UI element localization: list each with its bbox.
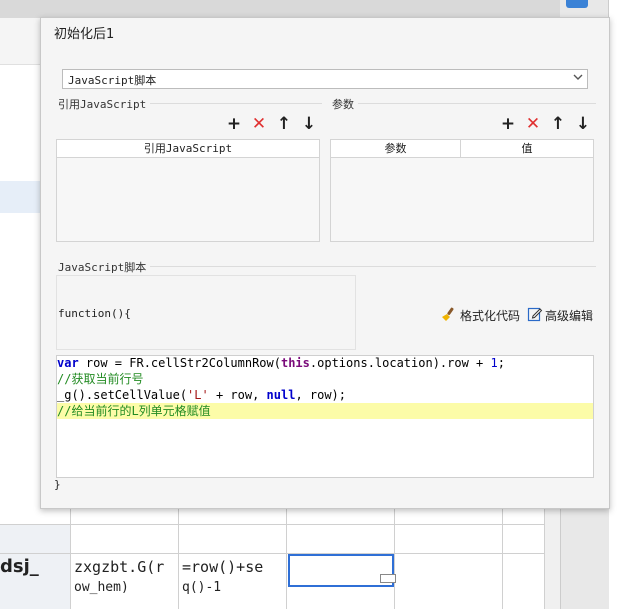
background-blue-button[interactable] — [566, 0, 588, 8]
params-col-param: 参数 — [331, 140, 461, 158]
code-token: 'L' — [187, 388, 209, 402]
code-line-3: _g().setCellValue('L' + row, null, row); — [57, 387, 346, 403]
section-divider — [332, 103, 596, 104]
arrow-up-icon[interactable]: ↑ — [275, 115, 293, 133]
arrow-up-icon[interactable]: ↑ — [549, 115, 567, 133]
grid-line — [0, 553, 545, 554]
plus-icon[interactable]: + — [225, 115, 243, 133]
code-token: null — [266, 388, 296, 402]
code-token: 1 — [490, 356, 498, 370]
delete-x-icon[interactable]: ✕ — [250, 115, 268, 133]
chevron-down-icon[interactable] — [570, 72, 586, 86]
selected-cell[interactable] — [288, 554, 394, 587]
script-section-title: JavaScript脚本 — [58, 259, 151, 275]
ref-js-section-title: 引用JavaScript — [58, 96, 151, 112]
cell-formula-1[interactable]: zxgzbt.G(r — [74, 558, 164, 576]
code-token: + row, — [208, 388, 267, 402]
grid-line — [0, 524, 545, 525]
cell-formula-1-cont: ow_hem) — [74, 580, 129, 595]
script-type-value: JavaScript脚本 — [68, 74, 157, 87]
code-token: var — [57, 356, 79, 370]
code-token: , row); — [295, 388, 347, 402]
cell-text-left[interactable]: dsj_ — [0, 556, 39, 577]
arrow-down-icon[interactable]: ↓ — [574, 115, 592, 133]
format-code-link[interactable]: 格式化代码 — [460, 307, 520, 324]
cell-formula-2-cont: q()-1 — [182, 580, 222, 595]
dialog-title: 初始化后1 — [54, 27, 115, 42]
function-closing-brace: } — [54, 478, 61, 491]
code-token: .options.location).row + — [309, 356, 491, 370]
cell-formula-2[interactable]: =row()+se — [182, 558, 263, 576]
code-line-1: var row = FR.cellStr2ColumnRow(this.opti… — [57, 355, 505, 371]
ref-js-table-header: 引用JavaScript — [57, 140, 319, 158]
code-token: _g().setCellValue( — [57, 388, 188, 402]
code-token: row = FR.cellStr2ColumnRow( — [78, 356, 281, 370]
function-header: function(){ — [58, 307, 131, 320]
advanced-edit-link[interactable]: 高级编辑 — [545, 307, 593, 324]
background-toolbar — [0, 0, 560, 18]
plus-icon[interactable]: + — [499, 115, 517, 133]
code-token: ; — [497, 356, 505, 370]
brush-icon[interactable] — [440, 306, 456, 322]
params-col-value: 值 — [461, 140, 593, 158]
cell-fill-handle[interactable] — [380, 574, 396, 583]
code-line-4: //给当前行的L列单元格赋值 — [57, 404, 211, 418]
background-right-lower — [560, 508, 609, 609]
edit-icon[interactable] — [527, 306, 543, 322]
arrow-down-icon[interactable]: ↓ — [300, 115, 318, 133]
delete-x-icon[interactable]: ✕ — [524, 115, 542, 133]
code-line-2: //获取当前行号 — [57, 372, 144, 386]
background-left-list — [0, 64, 40, 525]
code-token: this — [280, 356, 310, 370]
params-section-title: 参数 — [332, 96, 358, 112]
background-left-selected-row — [0, 181, 40, 213]
